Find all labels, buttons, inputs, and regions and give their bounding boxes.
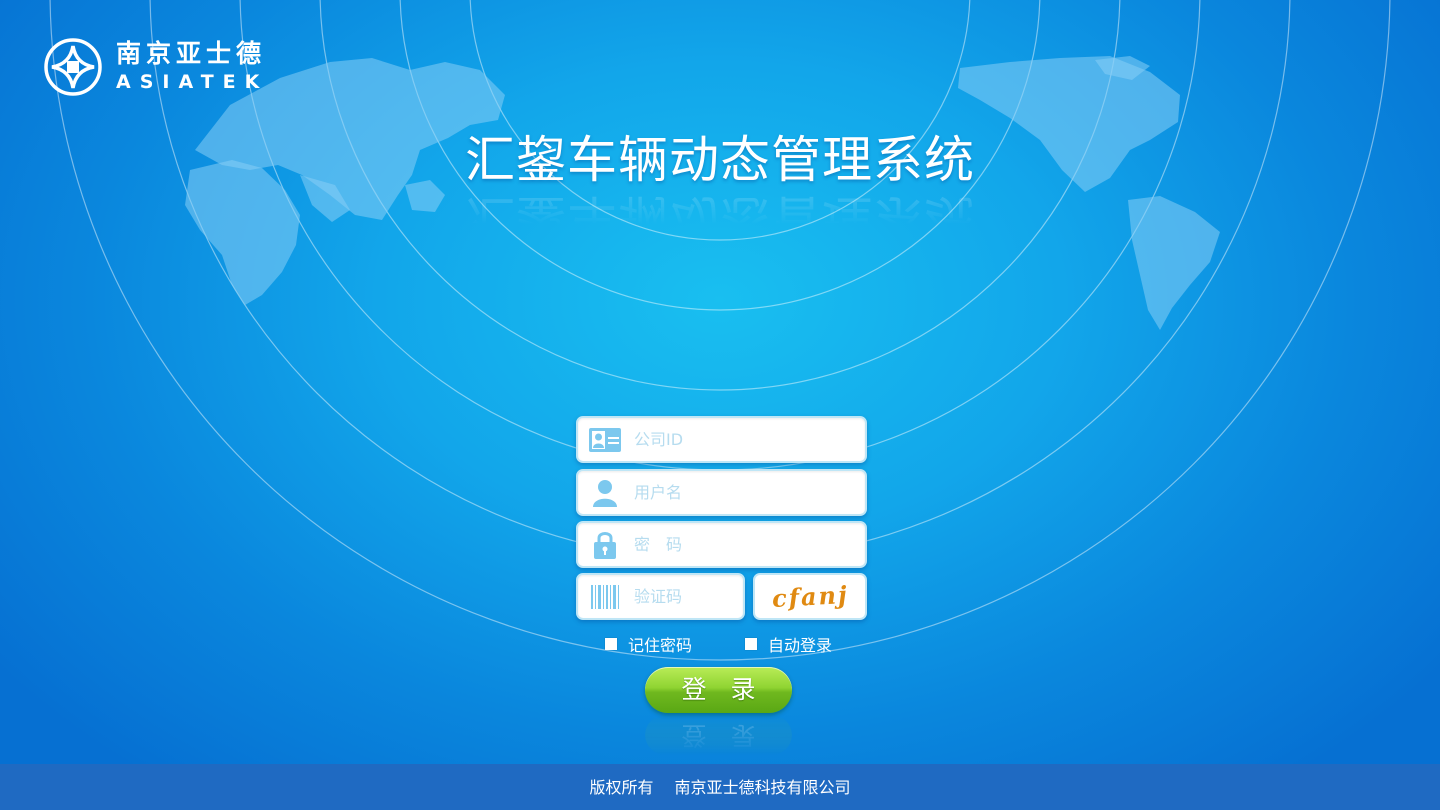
username-field[interactable]	[576, 469, 867, 516]
remember-password-checkbox[interactable]: 记住密码	[605, 632, 692, 656]
username-input[interactable]	[632, 482, 836, 503]
password-field[interactable]	[576, 521, 867, 568]
login-button[interactable]: 登 录	[645, 667, 792, 713]
auto-login-checkbox[interactable]: 自动登录	[745, 632, 832, 656]
captcha-field[interactable]	[576, 573, 746, 620]
login-options: 记住密码 自动登录	[0, 632, 1440, 656]
page-title-reflection: 汇鋆车辆动态管理系统	[465, 189, 975, 247]
company-id-field[interactable]	[576, 416, 867, 463]
captcha-image[interactable]: cfanj	[753, 573, 867, 620]
logo-mark-icon	[44, 38, 102, 96]
footer-bar: 版权所有 南京亚士德科技有限公司	[0, 764, 1440, 810]
user-icon	[588, 478, 622, 508]
captcha-input[interactable]	[632, 586, 746, 607]
brand-name-en: ASIATEK	[116, 71, 269, 93]
page-title: 汇鋆车辆动态管理系统	[465, 131, 975, 189]
brand-name-cn: 南京亚士德	[116, 39, 267, 68]
lock-icon	[588, 530, 622, 560]
id-card-icon	[588, 425, 622, 455]
remember-password-label: 记住密码	[628, 636, 693, 655]
company-id-input[interactable]	[632, 429, 836, 450]
auto-login-label: 自动登录	[768, 636, 833, 655]
captcha-text: cfanj	[770, 580, 850, 613]
auto-login-box[interactable]	[745, 638, 757, 650]
login-button-reflection: 登 录	[645, 715, 792, 755]
copyright-text: 版权所有	[589, 778, 654, 797]
brand-logo: 南京亚士德 ASIATEK	[44, 38, 268, 96]
password-input[interactable]	[632, 534, 836, 555]
remember-password-box[interactable]	[605, 638, 617, 650]
barcode-icon	[588, 582, 622, 612]
login-page: 南京亚士德 ASIATEK 汇鋆车辆动态管理系统 汇鋆车辆动态管理系统 公司ID…	[0, 0, 1440, 810]
company-name: 南京亚士德科技有限公司	[674, 778, 851, 797]
